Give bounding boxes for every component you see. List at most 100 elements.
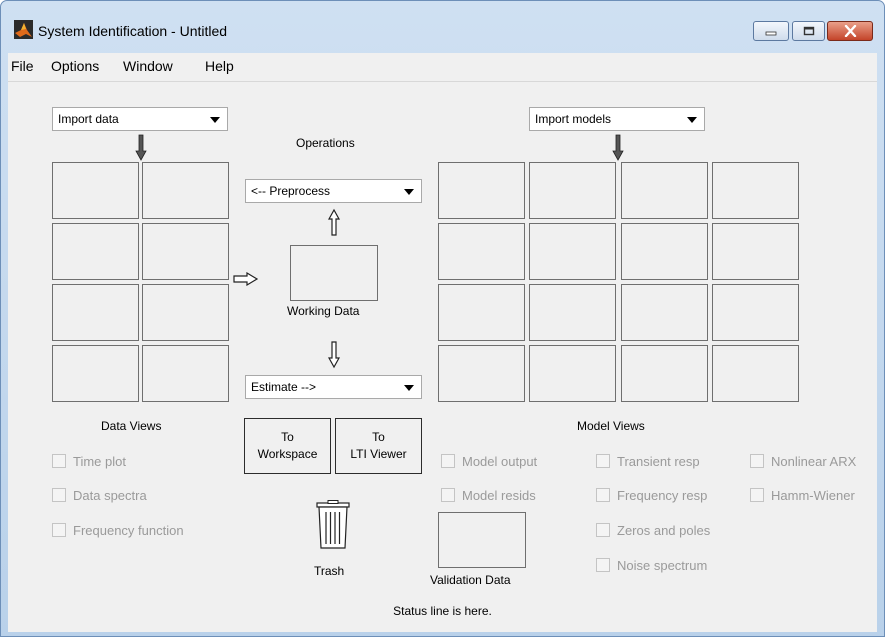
data-spectra-checkbox[interactable]: Data spectra xyxy=(52,487,147,503)
matlab-logo-icon xyxy=(14,20,33,39)
trash-icon[interactable] xyxy=(315,500,351,550)
model-slot[interactable] xyxy=(621,162,708,219)
import-models-value: Import models xyxy=(535,112,612,126)
checkbox-box[interactable] xyxy=(52,488,66,502)
button-line: LTI Viewer xyxy=(350,447,407,461)
model-views-label: Model Views xyxy=(577,419,645,433)
frequency-resp-checkbox[interactable]: Frequency resp xyxy=(596,487,707,503)
arrow-up-icon xyxy=(328,208,340,236)
nonlinear-arx-checkbox[interactable]: Nonlinear ARX xyxy=(750,453,856,469)
working-data-slot[interactable] xyxy=(290,245,378,301)
app-window: System Identification - Untitled File Op… xyxy=(0,0,885,637)
status-line: Status line is here. xyxy=(393,604,492,618)
model-output-checkbox[interactable]: Model output xyxy=(441,453,537,469)
data-slot[interactable] xyxy=(142,162,229,219)
validation-data-slot[interactable] xyxy=(438,512,526,568)
data-slot[interactable] xyxy=(142,345,229,402)
operations-label: Operations xyxy=(296,136,355,150)
import-data-value: Import data xyxy=(58,112,119,126)
validation-data-label: Validation Data xyxy=(430,573,511,587)
close-button[interactable] xyxy=(827,21,873,41)
model-slot[interactable] xyxy=(529,162,616,219)
model-slot[interactable] xyxy=(438,284,525,341)
estimate-dropdown[interactable]: Estimate --> xyxy=(245,375,422,399)
menu-file[interactable]: File xyxy=(11,58,34,74)
checkbox-box[interactable] xyxy=(52,523,66,537)
checkbox-box[interactable] xyxy=(750,454,764,468)
button-line: To xyxy=(372,430,385,444)
model-slot[interactable] xyxy=(438,345,525,402)
model-slot[interactable] xyxy=(712,284,799,341)
checkbox-box[interactable] xyxy=(52,454,66,468)
minimize-icon xyxy=(765,31,777,36)
data-views-label: Data Views xyxy=(101,419,162,433)
to-lti-viewer-text: To LTI Viewer xyxy=(350,429,406,463)
data-slot[interactable] xyxy=(52,284,139,341)
preprocess-dropdown[interactable]: <-- Preprocess xyxy=(245,179,422,203)
model-slot[interactable] xyxy=(712,162,799,219)
checkbox-label: Zeros and poles xyxy=(617,522,711,538)
checkbox-label: Noise spectrum xyxy=(617,557,708,573)
estimate-value: Estimate --> xyxy=(251,380,317,394)
checkbox-label: Transient resp xyxy=(617,453,700,469)
model-slot[interactable] xyxy=(529,284,616,341)
data-slot[interactable] xyxy=(142,223,229,280)
checkbox-box[interactable] xyxy=(750,488,764,502)
model-slot[interactable] xyxy=(438,223,525,280)
menu-window[interactable]: Window xyxy=(123,58,173,74)
model-slot[interactable] xyxy=(529,223,616,280)
checkbox-box[interactable] xyxy=(596,488,610,502)
checkbox-box[interactable] xyxy=(441,488,455,502)
model-slot[interactable] xyxy=(621,284,708,341)
data-slot[interactable] xyxy=(52,223,139,280)
transient-resp-checkbox[interactable]: Transient resp xyxy=(596,453,700,469)
model-slot[interactable] xyxy=(712,223,799,280)
chevron-down-icon xyxy=(404,189,414,195)
checkbox-box[interactable] xyxy=(441,454,455,468)
button-line: Workspace xyxy=(257,447,318,461)
model-resids-checkbox[interactable]: Model resids xyxy=(441,487,536,503)
model-slot[interactable] xyxy=(712,345,799,402)
data-slot[interactable] xyxy=(52,345,139,402)
checkbox-box[interactable] xyxy=(596,523,610,537)
menu-options[interactable]: Options xyxy=(51,58,99,74)
chevron-down-icon xyxy=(687,117,697,123)
data-slot[interactable] xyxy=(52,162,139,219)
import-models-dropdown[interactable]: Import models xyxy=(529,107,705,131)
checkbox-box[interactable] xyxy=(596,454,610,468)
data-slot[interactable] xyxy=(142,284,229,341)
checkbox-label: Model output xyxy=(462,453,538,469)
preprocess-value: <-- Preprocess xyxy=(251,184,331,198)
menu-bar: File Options Window Help xyxy=(8,53,877,81)
maximize-button[interactable] xyxy=(792,21,825,41)
checkbox-label: Hamm-Wiener xyxy=(771,487,855,503)
main-panel: Import data Data Views Time plot Data sp… xyxy=(8,81,877,632)
arrow-down-icon xyxy=(328,341,340,369)
close-icon xyxy=(844,25,856,37)
checkbox-label: Time plot xyxy=(73,453,126,469)
checkbox-label: Data spectra xyxy=(73,487,147,503)
frequency-function-checkbox[interactable]: Frequency function xyxy=(52,522,184,538)
noise-spectrum-checkbox[interactable]: Noise spectrum xyxy=(596,557,707,573)
hamm-wiener-checkbox[interactable]: Hamm-Wiener xyxy=(750,487,855,503)
button-line: To xyxy=(281,430,294,444)
title-bar[interactable]: System Identification - Untitled xyxy=(1,1,884,51)
to-workspace-button[interactable]: To Workspace xyxy=(244,418,331,474)
arrow-right-icon xyxy=(233,272,259,286)
checkbox-label: Nonlinear ARX xyxy=(771,453,857,469)
import-data-dropdown[interactable]: Import data xyxy=(52,107,228,131)
model-slot[interactable] xyxy=(529,345,616,402)
chevron-down-icon xyxy=(210,117,220,123)
to-lti-viewer-button[interactable]: To LTI Viewer xyxy=(335,418,422,474)
working-data-label: Working Data xyxy=(287,304,360,318)
chevron-down-icon xyxy=(404,385,414,391)
checkbox-label: Frequency function xyxy=(73,522,184,538)
minimize-button[interactable] xyxy=(753,21,789,41)
time-plot-checkbox[interactable]: Time plot xyxy=(52,453,126,469)
model-slot[interactable] xyxy=(621,345,708,402)
model-slot[interactable] xyxy=(438,162,525,219)
zeros-and-poles-checkbox[interactable]: Zeros and poles xyxy=(596,522,710,538)
model-slot[interactable] xyxy=(621,223,708,280)
checkbox-box[interactable] xyxy=(596,558,610,572)
menu-help[interactable]: Help xyxy=(205,58,234,74)
